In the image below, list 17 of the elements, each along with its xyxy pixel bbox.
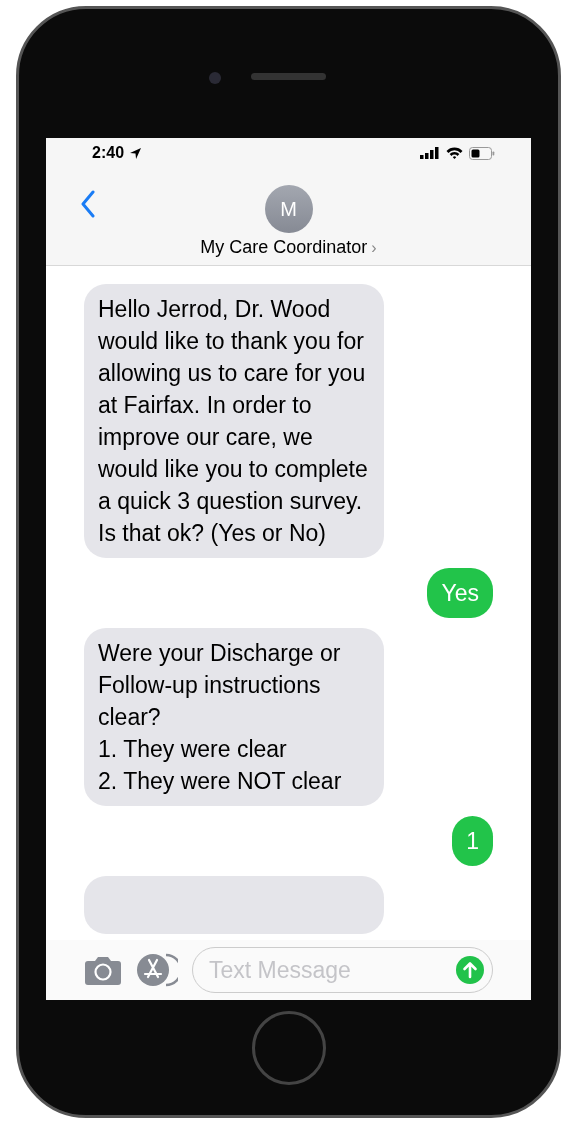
- app-store-icon[interactable]: [136, 953, 178, 987]
- outgoing-message-bubble: Yes: [427, 568, 493, 618]
- status-time: 2:40: [92, 144, 125, 162]
- front-camera: [209, 72, 221, 84]
- incoming-message-bubble: Were your Discharge or Follow-up instructions clear? 1. They were clear 2. They were NOT clear: [84, 628, 384, 806]
- incoming-message-bubble: Hello Jerrod, Dr. Wood would like to thank you for allowing us to care for you at Fairfax. In order to improve our care, we would like you to complete a quick 3 question survey. Is that ok? (Yes or No): [84, 284, 384, 558]
- location-arrow-icon: [130, 147, 142, 159]
- back-chevron-icon[interactable]: [80, 190, 96, 218]
- battery-icon: [469, 146, 495, 160]
- wifi-icon: [446, 147, 463, 159]
- contact-avatar[interactable]: M: [264, 185, 313, 233]
- chevron-icon[interactable]: ›: [371, 238, 377, 257]
- camera-icon[interactable]: [84, 955, 122, 985]
- outgoing-message-bubble: 1: [452, 816, 493, 866]
- signal-icon: [420, 147, 440, 159]
- contact-name[interactable]: My Care Coordinator: [200, 237, 368, 258]
- home-button[interactable]: [251, 1010, 326, 1085]
